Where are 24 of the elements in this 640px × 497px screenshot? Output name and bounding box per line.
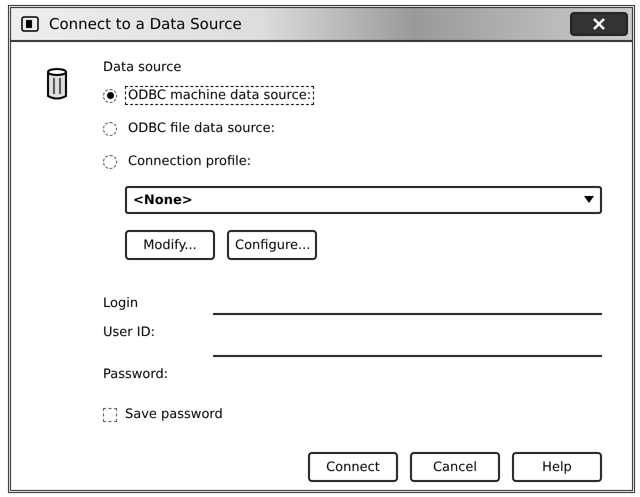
database-icon — [46, 68, 68, 100]
radio-label[interactable]: Connection profile: — [125, 152, 254, 171]
action-button[interactable]: Configure... — [227, 230, 317, 260]
dialog-button[interactable]: Help — [512, 452, 602, 482]
radio-button[interactable] — [103, 122, 117, 136]
action-button[interactable]: Modify... — [125, 230, 215, 260]
section-heading: Login — [103, 296, 140, 311]
profile-dropdown[interactable]: <None> — [125, 186, 602, 214]
checkbox-label[interactable]: Save password — [125, 407, 223, 422]
radio-label[interactable]: ODBC machine data source: — [125, 86, 314, 105]
close-button[interactable] — [570, 12, 628, 36]
radio-button[interactable] — [103, 154, 117, 168]
dropdown-arrow-icon — [584, 196, 594, 204]
window-title: Connect to a Data Source — [49, 15, 243, 33]
radio-label[interactable]: ODBC file data source: — [125, 119, 278, 138]
section-heading: Data source — [103, 60, 182, 75]
dialog-button[interactable]: Connect — [308, 452, 398, 482]
checkbox[interactable] — [103, 408, 117, 422]
field-label: User ID: — [103, 324, 156, 340]
window-icon — [21, 16, 39, 32]
radio-button[interactable] — [103, 88, 117, 102]
field-label: Password: — [103, 366, 170, 382]
dialog-button[interactable]: Cancel — [410, 452, 500, 482]
close-icon — [593, 18, 605, 30]
